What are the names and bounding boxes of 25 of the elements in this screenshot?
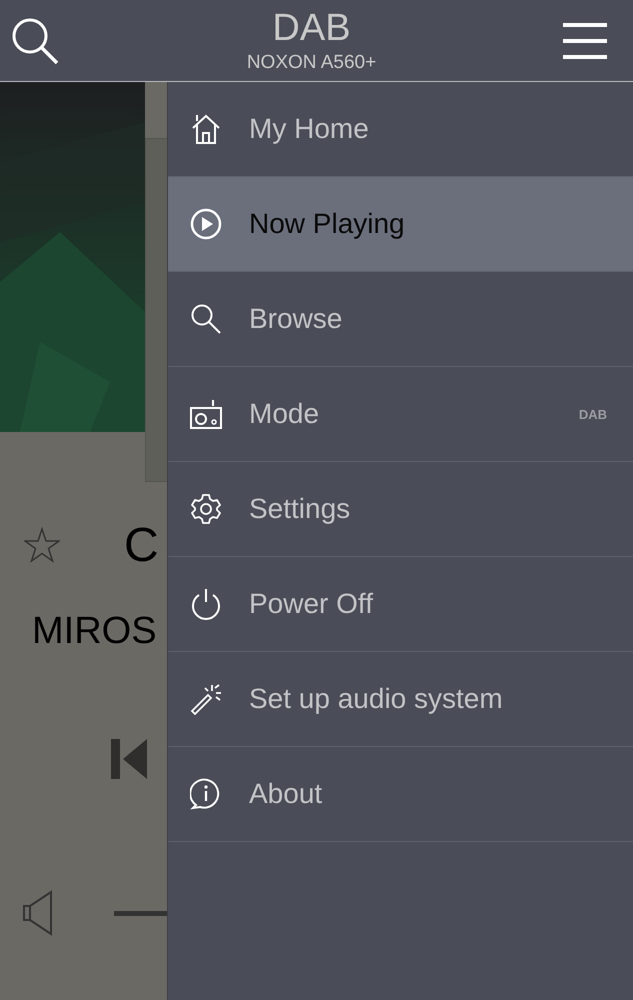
- play-icon: [190, 208, 222, 240]
- menu-item[interactable]: Browse: [168, 272, 633, 367]
- search-icon: [190, 303, 222, 335]
- menu-item[interactable]: Settings: [168, 462, 633, 557]
- menu-item[interactable]: About: [168, 747, 633, 842]
- menu-item[interactable]: Mode DAB: [168, 367, 633, 462]
- track-title: C: [124, 518, 159, 572]
- menu-item[interactable]: Power Off: [168, 557, 633, 652]
- star-icon[interactable]: [24, 527, 60, 563]
- search-icon[interactable]: [10, 16, 60, 66]
- power-icon: [190, 588, 222, 620]
- mode-label: DAB: [578, 406, 607, 422]
- previous-icon[interactable]: [111, 739, 147, 779]
- magic-wand-icon: [190, 683, 222, 715]
- header-subtitle: NOXON A560+: [246, 50, 376, 74]
- speaker-icon[interactable]: [22, 889, 54, 937]
- header-title: DAB: [272, 6, 351, 50]
- menu-icon[interactable]: [563, 22, 607, 60]
- menu-item[interactable]: Set up audio system: [168, 652, 633, 747]
- artist-name: MIROS: [31, 610, 158, 653]
- info-icon: [190, 778, 222, 810]
- gear-icon: [190, 493, 222, 525]
- house-icon: [191, 113, 221, 145]
- menu-item[interactable]: Now Playing: [168, 177, 633, 272]
- radio-icon: [190, 398, 222, 430]
